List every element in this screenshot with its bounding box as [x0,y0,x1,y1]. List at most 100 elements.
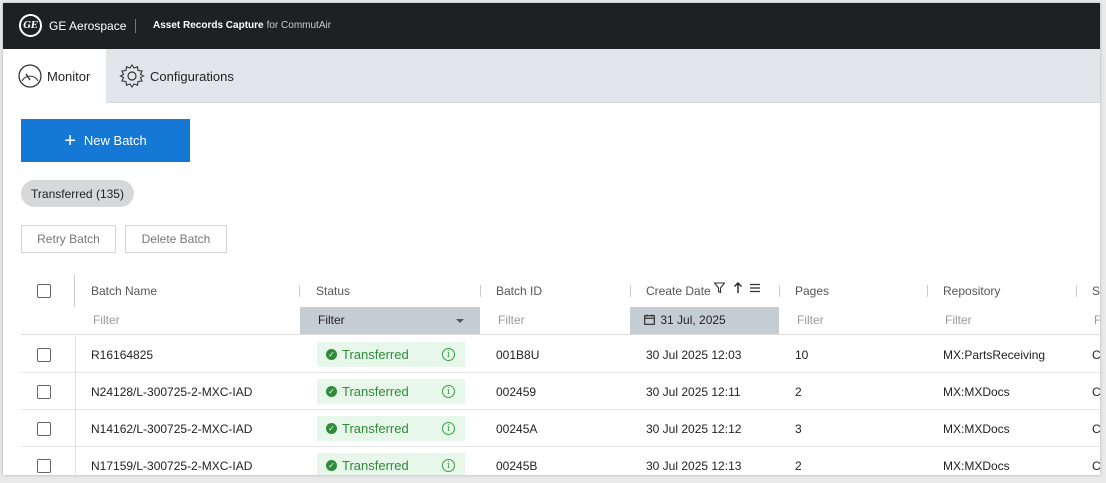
status-badge: ✓ Transferred i [317,453,465,475]
gauge-icon [18,64,42,88]
status-filter-value: Filter [318,313,345,327]
filter-row: Filter Filter Filter 31 Jul, 2025 Filter… [21,307,1100,335]
info-icon[interactable]: i [442,459,455,472]
repository-cell: MX:MXDocs [943,459,1010,473]
extra-cell: C [1092,348,1100,362]
column-separator [74,275,75,307]
row-checkbox[interactable] [37,385,51,399]
batch-id-cell: 00245A [496,422,538,436]
create-date-cell: 30 Jul 2025 12:03 [646,348,742,362]
info-icon[interactable]: i [442,385,455,398]
brand-name: GE Aerospace [49,19,127,33]
create-date-cell: 30 Jul 2025 12:13 [646,459,742,473]
status-badge: ✓ Transferred i [317,379,465,404]
col-pages[interactable]: Pages [795,284,829,298]
table-row[interactable]: N14162/L-300725-2-MXC-IAD ✓ Transferred … [21,410,1100,447]
batch-id-filter[interactable]: Filter [498,307,525,334]
app-title-text: Asset Records Capture [153,20,264,31]
tab-label: Configurations [150,68,234,84]
pages-filter[interactable]: Filter [797,307,824,334]
caret-down-icon [456,319,464,323]
status-badge: ✓ Transferred i [317,342,465,367]
pages-cell: 3 [795,422,802,436]
batch-name-cell: N24128/L-300725-2-MXC-IAD [91,385,253,399]
check-circle-icon: ✓ [326,386,337,397]
repository-cell: MX:MXDocs [943,422,1010,436]
row-divider [75,447,76,475]
status-text: Transferred [342,458,409,473]
select-all-checkbox[interactable] [37,284,51,298]
extra-cell: C [1092,385,1100,399]
info-icon[interactable]: i [442,422,455,435]
nav-bar: Monitor Configurations [3,49,1100,103]
tab-label: Monitor [47,68,91,84]
column-separator [480,285,481,297]
create-date-cell: 30 Jul 2025 12:11 [646,385,741,399]
col-repository[interactable]: Repository [943,284,1000,298]
ge-logo: GE [19,14,42,37]
row-checkbox[interactable] [37,348,51,362]
status-filter-chip[interactable]: Transferred (135) [21,180,134,207]
column-separator [1076,285,1077,297]
retry-batch-button[interactable]: Retry Batch [21,225,116,253]
new-batch-button[interactable]: + New Batch [21,119,190,162]
delete-batch-button[interactable]: Delete Batch [125,225,227,253]
extra-cell: C [1092,422,1100,436]
table-row[interactable]: R16164825 ✓ Transferred i 001B8U 30 Jul … [21,336,1100,373]
batch-name-cell: N14162/L-300725-2-MXC-IAD [91,422,253,436]
pages-cell: 10 [795,348,809,362]
top-bar: GE GE Aerospace Asset Records Capture for… [3,3,1100,49]
create-date-cell: 30 Jul 2025 12:12 [646,422,742,436]
row-checkbox[interactable] [37,422,51,436]
filter-icon[interactable] [713,282,726,297]
table-row[interactable]: N17159/L-300725-2-MXC-IAD ✓ Transferred … [21,447,1100,475]
header-divider [135,19,136,33]
col-create-date[interactable]: Create Date [646,284,711,298]
check-circle-icon: ✓ [326,349,337,360]
batch-id-cell: 001B8U [496,348,540,362]
col-status[interactable]: Status [316,284,350,298]
gear-icon [119,64,145,88]
extra-cell: C [1092,459,1100,473]
status-badge: ✓ Transferred i [317,416,465,441]
repository-filter[interactable]: Filter [945,307,972,334]
tab-monitor[interactable]: Monitor [3,49,106,103]
sort-ascending-icon[interactable] [733,281,743,297]
status-filter-select[interactable]: Filter [300,307,480,334]
column-separator [299,285,300,297]
app-window: GE GE Aerospace Asset Records Capture for… [3,3,1100,475]
repository-cell: MX:PartsReceiving [943,348,1046,362]
column-menu-icon[interactable] [750,282,760,296]
batch-name-filter[interactable]: Filter [93,307,120,334]
batch-name-cell: R16164825 [91,348,154,362]
column-separator [779,285,780,297]
calendar-icon [644,314,655,325]
table-row[interactable]: N24128/L-300725-2-MXC-IAD ✓ Transferred … [21,373,1100,410]
plus-icon: + [64,129,76,152]
check-circle-icon: ✓ [326,460,337,471]
pages-cell: 2 [795,385,802,399]
column-separator [927,285,928,297]
batch-id-cell: 002459 [496,385,537,399]
create-date-filter[interactable]: 31 Jul, 2025 [630,307,779,334]
info-icon[interactable]: i [442,348,455,361]
create-date-filter-value: 31 Jul, 2025 [660,313,726,327]
row-divider [75,373,76,410]
extra-filter[interactable]: F [1094,307,1100,334]
new-batch-label: New Batch [83,133,147,148]
table-header: Batch Name Status Batch ID Create Date P… [21,271,1100,307]
col-batch-name[interactable]: Batch Name [91,284,157,298]
pages-cell: 2 [795,459,802,473]
check-circle-icon: ✓ [326,423,337,434]
row-checkbox[interactable] [37,459,51,473]
repository-cell: MX:MXDocs [943,385,1010,399]
status-text: Transferred [342,347,409,362]
row-divider [75,410,76,447]
batch-name-cell: N17159/L-300725-2-MXC-IAD [91,459,253,473]
col-batch-id[interactable]: Batch ID [496,284,542,298]
tab-configurations[interactable]: Configurations [118,49,258,103]
status-text: Transferred [342,421,409,436]
app-subtitle: for CommutAir [266,20,332,31]
col-extra[interactable]: Sc [1092,284,1100,298]
row-divider [75,336,76,373]
